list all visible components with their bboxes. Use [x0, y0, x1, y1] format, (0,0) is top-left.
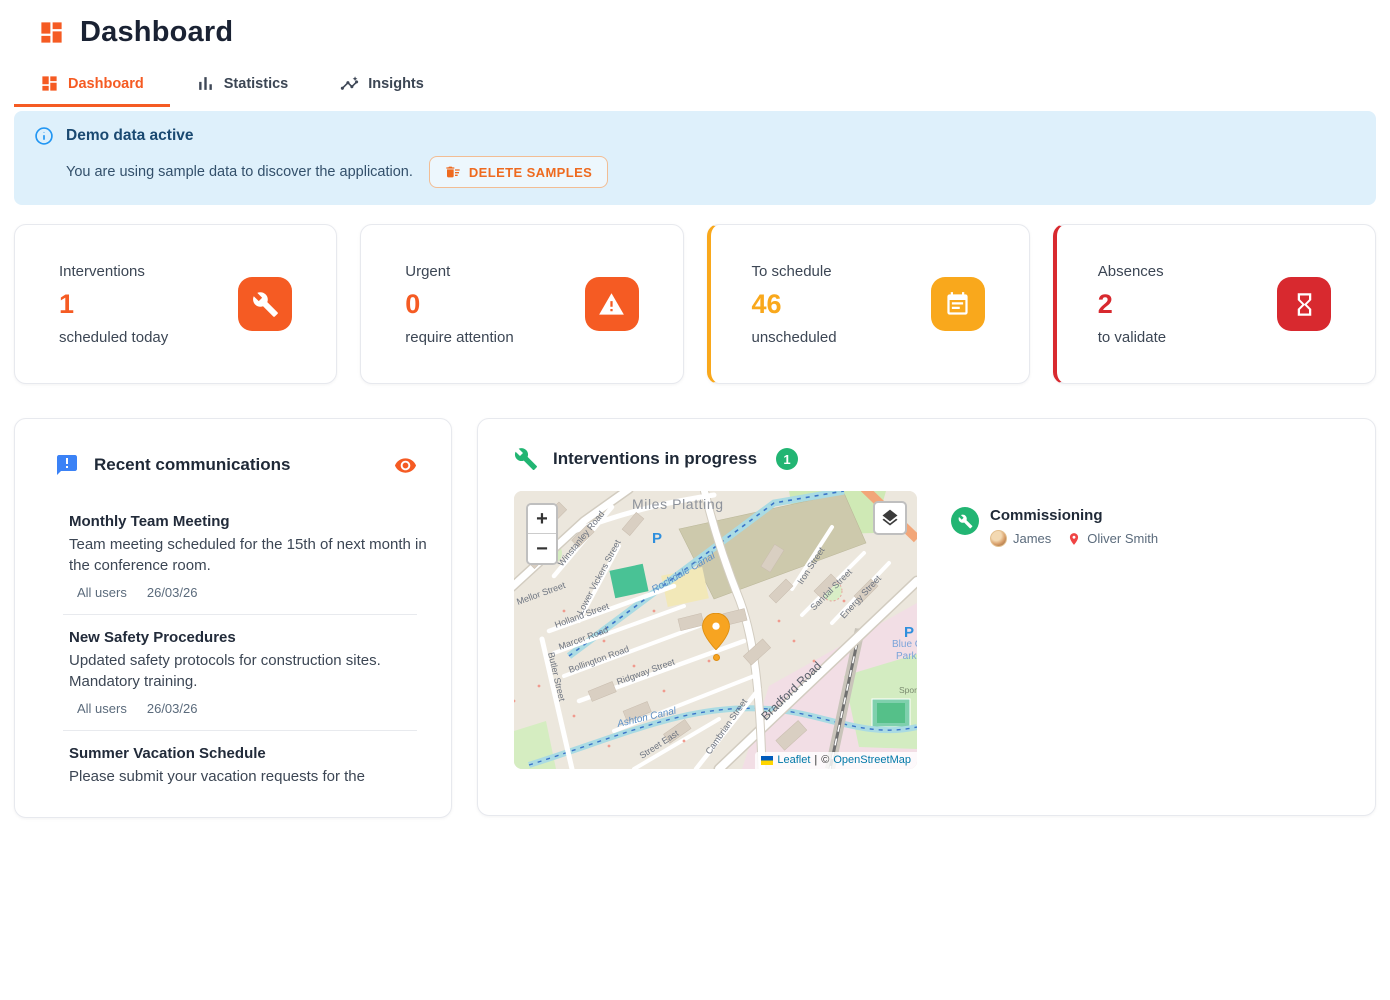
communication-audience: All users	[77, 701, 127, 716]
stat-value: 2	[1098, 289, 1166, 320]
intervention-name: Commissioning	[990, 507, 1158, 524]
communication-body: Please submit your vacation requests for…	[69, 766, 429, 787]
view-all-eye-icon[interactable]	[394, 454, 417, 477]
wrench-badge-icon	[951, 507, 979, 535]
tab-label: Insights	[368, 76, 424, 92]
copyright-symbol: ©	[821, 754, 829, 766]
stat-caption: unscheduled	[752, 329, 837, 346]
dashboard-grid-icon	[40, 74, 59, 93]
tab-label: Dashboard	[68, 76, 144, 92]
stat-card-absences[interactable]: Absences 2 to validate	[1053, 224, 1376, 384]
tab-statistics[interactable]: Statistics	[170, 65, 314, 107]
delete-samples-label: DELETE SAMPLES	[469, 165, 592, 180]
list-item[interactable]: New Safety Procedures Updated safety pro…	[69, 629, 429, 716]
map-pin-icon	[1067, 532, 1081, 546]
warning-icon	[585, 277, 639, 331]
avatar	[990, 530, 1007, 547]
communication-date: 26/03/26	[147, 585, 198, 600]
announcement-icon	[55, 453, 79, 477]
wrench-icon	[238, 277, 292, 331]
info-icon	[34, 126, 54, 146]
parking-label: P	[904, 624, 914, 641]
stat-value: 1	[59, 289, 168, 320]
stat-caption: require attention	[405, 329, 513, 346]
parking-label: P	[652, 530, 662, 547]
layers-control[interactable]	[873, 501, 907, 535]
ukraine-flag-icon	[761, 756, 773, 765]
attribution-separator: |	[814, 754, 817, 766]
dashboard-page: Dashboard Dashboard Statistics Insights …	[0, 0, 1390, 818]
map-marker-dot	[713, 654, 720, 661]
bottom-panels: Recent communications Monthly Team Meeti…	[14, 418, 1376, 818]
interventions-in-progress-panel: Interventions in progress 1	[477, 418, 1376, 816]
poi-label: Sport	[899, 685, 917, 695]
interventions-title: Interventions in progress	[553, 449, 757, 469]
communication-title: New Safety Procedures	[69, 629, 429, 646]
communication-audience: All users	[77, 585, 127, 600]
communication-date: 26/03/26	[147, 701, 198, 716]
wrench-icon	[514, 447, 538, 471]
calendar-icon	[931, 277, 985, 331]
trash-sweep-icon	[445, 164, 461, 180]
stat-card-to-schedule[interactable]: To schedule 46 unscheduled	[707, 224, 1030, 384]
list-item[interactable]: Summer Vacation Schedule Please submit y…	[69, 745, 429, 787]
map-attribution: Leaflet | © OpenStreetMap	[755, 752, 917, 769]
technician-name: James	[1013, 531, 1051, 546]
delete-samples-button[interactable]: DELETE SAMPLES	[429, 156, 608, 188]
count-badge: 1	[776, 448, 798, 470]
map-marker[interactable]	[702, 613, 730, 650]
dashboard-logo-icon	[38, 19, 65, 46]
communications-list: Monthly Team Meeting Team meeting schedu…	[69, 513, 429, 787]
banner-message: You are using sample data to discover th…	[66, 164, 413, 180]
zoom-in-button[interactable]: +	[528, 505, 556, 534]
communication-title: Summer Vacation Schedule	[69, 745, 429, 762]
demo-data-banner: Demo data active You are using sample da…	[14, 111, 1376, 205]
stat-cards: Interventions 1 scheduled today Urgent 0…	[14, 224, 1376, 384]
map-area-label: Miles Platting	[632, 496, 724, 512]
tab-dashboard[interactable]: Dashboard	[14, 65, 170, 107]
banner-title: Demo data active	[66, 127, 194, 145]
stat-label: Absences	[1098, 263, 1166, 280]
layers-icon	[880, 508, 900, 528]
divider	[63, 730, 417, 731]
communication-body: Updated safety protocols for constructio…	[69, 650, 429, 692]
hourglass-icon	[1277, 277, 1331, 331]
communications-title: Recent communications	[94, 455, 291, 475]
stat-card-urgent[interactable]: Urgent 0 require attention	[360, 224, 683, 384]
stat-caption: to validate	[1098, 329, 1166, 346]
insights-icon	[340, 74, 359, 93]
stat-value: 0	[405, 289, 513, 320]
zoom-out-button[interactable]: −	[528, 534, 556, 563]
stat-caption: scheduled today	[59, 329, 168, 346]
leaflet-link[interactable]: Leaflet	[777, 754, 810, 766]
map[interactable]: Miles Platting Winstanley Road Lower Vic…	[514, 491, 917, 769]
stat-label: Urgent	[405, 263, 513, 280]
stat-value: 46	[752, 289, 837, 320]
stat-label: Interventions	[59, 263, 168, 280]
stat-card-interventions[interactable]: Interventions 1 scheduled today	[14, 224, 337, 384]
intervention-item[interactable]: Commissioning James Oliver Smith	[951, 507, 1158, 769]
map-zoom-control: + −	[526, 503, 558, 565]
stat-label: To schedule	[752, 263, 837, 280]
openstreetmap-link[interactable]: OpenStreetMap	[833, 754, 911, 766]
communication-title: Monthly Team Meeting	[69, 513, 429, 530]
app-header: Dashboard	[14, 0, 1376, 49]
page-title: Dashboard	[80, 16, 233, 49]
bar-chart-icon	[196, 74, 215, 93]
communication-body: Team meeting scheduled for the 15th of n…	[69, 534, 429, 576]
recent-communications-panel: Recent communications Monthly Team Meeti…	[14, 418, 452, 818]
divider	[63, 614, 417, 615]
list-item[interactable]: Monthly Team Meeting Team meeting schedu…	[69, 513, 429, 600]
tab-label: Statistics	[224, 76, 288, 92]
client-name: Oliver Smith	[1087, 531, 1158, 546]
tabbar: Dashboard Statistics Insights	[14, 65, 1376, 107]
poi-label: Park	[896, 651, 917, 662]
tab-insights[interactable]: Insights	[314, 65, 450, 107]
